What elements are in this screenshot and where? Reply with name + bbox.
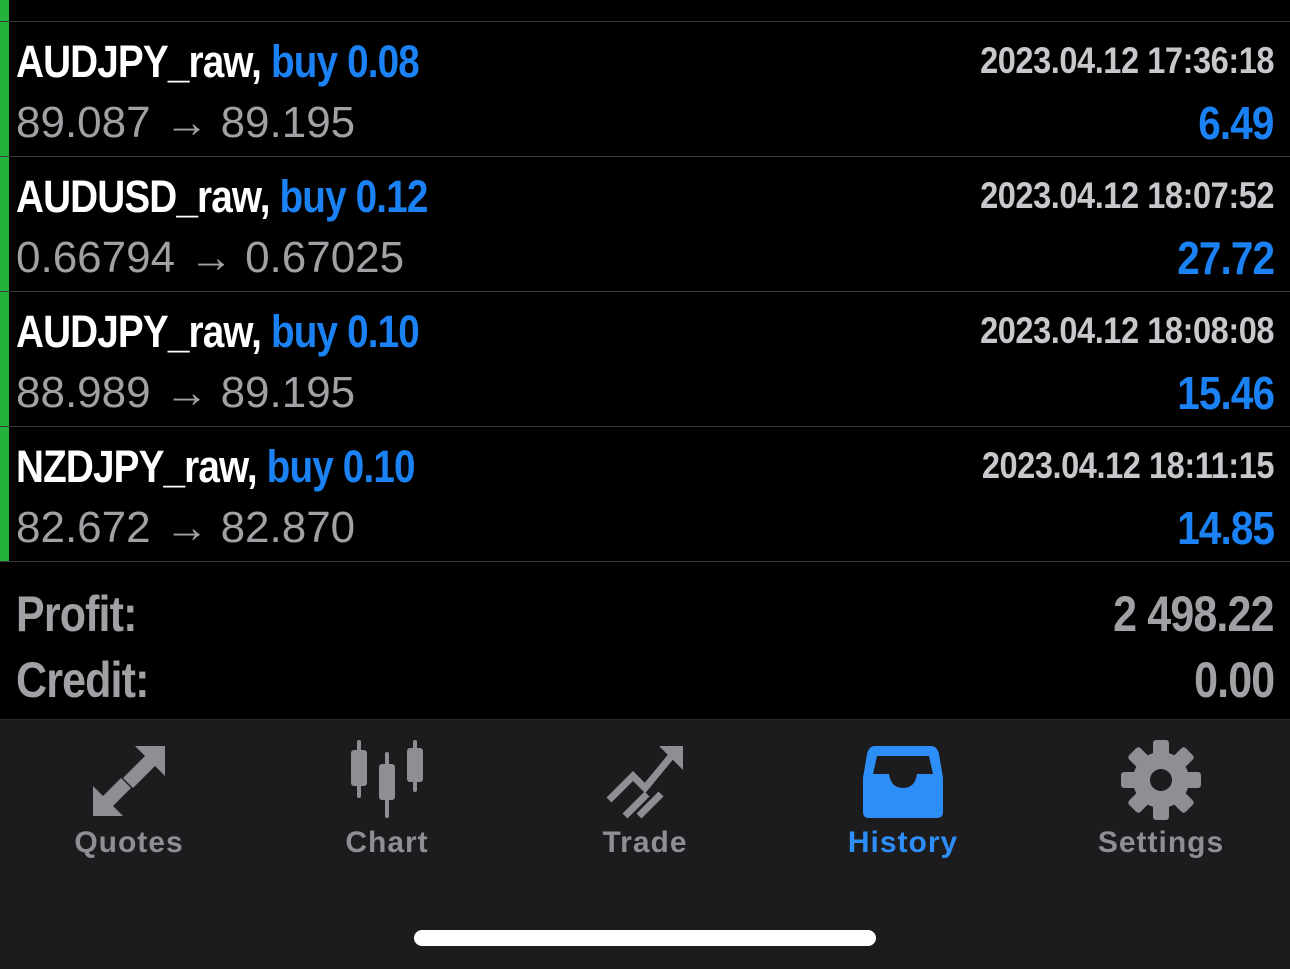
credit-total: 0.00	[1193, 652, 1275, 708]
tab-chart[interactable]: Chart	[258, 720, 516, 880]
profit-label: Profit:	[16, 586, 137, 642]
home-indicator[interactable]	[414, 930, 876, 946]
trade-prices: 88.989 → 89.195	[16, 368, 355, 418]
trade-profit: 6.49	[1198, 97, 1275, 149]
tab-settings[interactable]: Settings	[1032, 720, 1290, 880]
credit-label: Credit:	[16, 652, 149, 708]
trade-symbol: AUDUSD_raw,	[16, 171, 270, 222]
tab-label: History	[847, 826, 959, 859]
closed-trade-indicator	[0, 0, 9, 21]
trade-time: 2023.04.12 18:11:15	[981, 445, 1275, 486]
account-summary: Profit: 2 498.22 Credit: 0.00	[0, 563, 1290, 719]
tab-label: Settings	[1097, 826, 1225, 859]
tab-label: Quotes	[74, 826, 184, 859]
trade-title: AUDUSD_raw, buy 0.12	[16, 171, 428, 231]
trade-profit: 15.46	[1177, 367, 1275, 419]
trade-side-volume: buy 0.10	[266, 441, 416, 492]
trade-symbol: AUDJPY_raw,	[16, 36, 262, 87]
trade-row[interactable]: AUDJPY_raw, buy 0.08 2023.04.12 17:36:18…	[0, 22, 1290, 157]
tab-trade[interactable]: Trade	[516, 720, 774, 880]
trade-title: AUDJPY_raw, buy 0.08	[16, 36, 420, 96]
trade-side-volume: buy 0.10	[270, 306, 420, 357]
trade-profit: 14.85	[1177, 502, 1275, 554]
profit-total: 2 498.22	[1113, 586, 1274, 642]
inbox-tray-icon	[863, 746, 943, 818]
trade-history-list: AUDJPY_raw, buy 0.08 2023.04.12 17:36:18…	[0, 0, 1290, 562]
trade-row[interactable]	[0, 0, 1290, 22]
trade-prices: 89.087 → 89.195	[16, 98, 355, 148]
closed-trade-indicator	[0, 22, 9, 156]
tab-label: Chart	[345, 826, 429, 859]
arrow-right-icon: →	[164, 503, 209, 552]
trade-row[interactable]: AUDJPY_raw, buy 0.10 2023.04.12 18:08:08…	[0, 292, 1290, 427]
credit-summary-row: Credit: 0.00	[16, 651, 1275, 711]
open-price: 0.66794	[16, 233, 176, 282]
trade-prices	[16, 0, 42, 13]
trade-time: 2023.04.12 17:36:18	[980, 40, 1274, 81]
trade-row[interactable]: AUDUSD_raw, buy 0.12 2023.04.12 18:07:52…	[0, 157, 1290, 292]
candlestick-chart-icon	[351, 740, 423, 818]
trade-symbol: AUDJPY_raw,	[16, 306, 262, 357]
arrow-right-icon: →	[189, 233, 234, 282]
trade-prices: 0.66794 → 0.67025	[16, 233, 404, 283]
tab-quotes[interactable]: Quotes	[0, 720, 258, 880]
close-price: 89.195	[220, 368, 356, 417]
trade-row[interactable]: NZDJPY_raw, buy 0.10 2023.04.12 18:11:15…	[0, 427, 1290, 562]
gear-icon	[1121, 740, 1201, 820]
closed-trade-indicator	[0, 157, 9, 291]
bottom-tab-bar: Quotes Chart Trade History Settings	[0, 719, 1290, 969]
profit-summary-row: Profit: 2 498.22	[16, 585, 1275, 645]
trade-side-volume: buy 0.08	[270, 36, 420, 87]
closed-trade-indicator	[0, 292, 9, 426]
trade-prices: 82.672 → 82.870	[16, 503, 355, 553]
trade-time: 2023.04.12 18:08:08	[980, 310, 1274, 351]
open-price: 88.989	[16, 368, 151, 417]
close-price: 0.67025	[245, 233, 405, 282]
close-price: 89.195	[220, 98, 356, 147]
closed-trade-indicator	[0, 427, 9, 561]
arrow-right-icon: →	[164, 368, 209, 417]
trade-side-volume: buy 0.12	[279, 171, 429, 222]
open-price: 89.087	[16, 98, 151, 147]
quotes-arrows-icon	[93, 746, 165, 816]
arrow-right-icon: →	[164, 98, 209, 147]
close-price: 82.870	[220, 503, 356, 552]
tab-label: Trade	[602, 826, 688, 859]
tab-history[interactable]: History	[774, 720, 1032, 880]
trade-symbol: NZDJPY_raw,	[16, 441, 258, 492]
open-price: 82.672	[16, 503, 151, 552]
trade-title: NZDJPY_raw, buy 0.10	[16, 441, 416, 501]
trade-profit: 27.72	[1177, 232, 1275, 284]
trade-time: 2023.04.12 18:07:52	[980, 175, 1274, 216]
trade-trend-icon	[606, 746, 683, 819]
trade-title: AUDJPY_raw, buy 0.10	[16, 306, 420, 366]
